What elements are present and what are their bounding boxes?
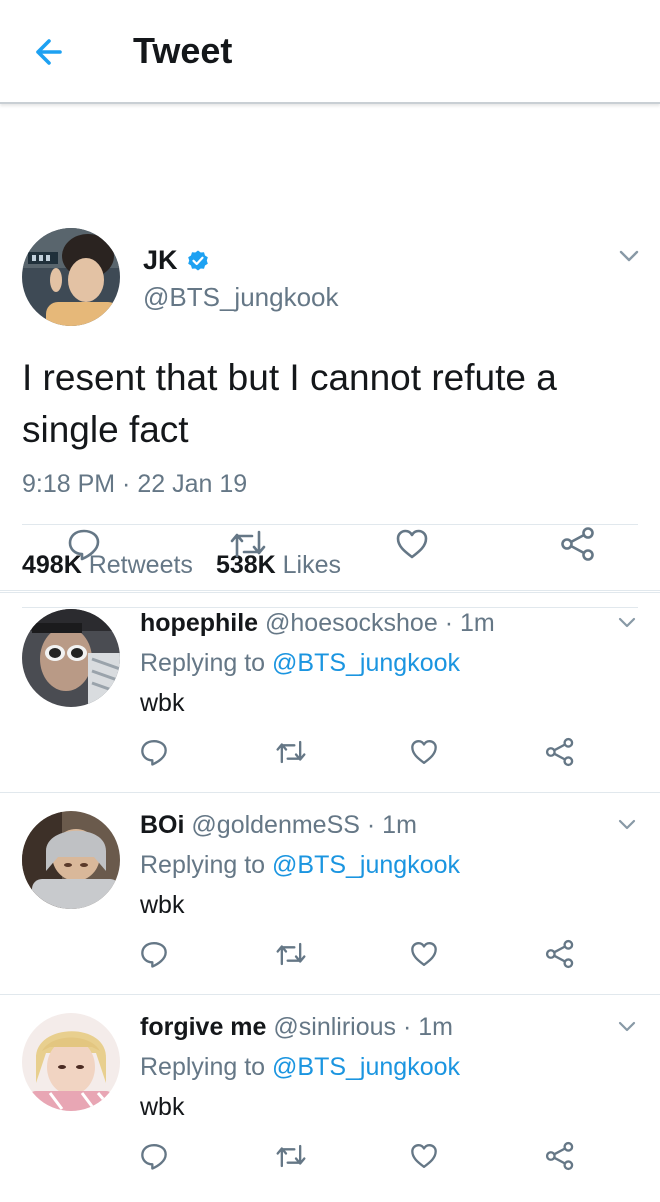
like-button[interactable] xyxy=(409,1141,439,1176)
avatar[interactable] xyxy=(22,1013,120,1111)
share-button[interactable] xyxy=(544,1141,576,1176)
retweet-icon xyxy=(276,942,306,966)
reply-button[interactable] xyxy=(139,1141,169,1176)
page-title: Tweet xyxy=(133,30,233,71)
reply-author-handle[interactable]: @goldenmeSS xyxy=(191,811,360,839)
reply-button[interactable] xyxy=(139,939,169,974)
retweet-button[interactable] xyxy=(274,939,308,974)
share-button[interactable] xyxy=(544,737,576,772)
separator-dot: · xyxy=(444,609,454,637)
reply-author-handle[interactable]: @hoesockshoe xyxy=(265,609,438,637)
chevron-down-icon xyxy=(618,1021,636,1032)
heart-icon xyxy=(411,942,437,966)
retweet-button[interactable] xyxy=(274,737,308,772)
heart-icon xyxy=(396,529,428,559)
chevron-down-icon xyxy=(618,617,636,628)
author-handle[interactable]: @BTS_jungkook xyxy=(143,282,339,313)
comment-icon xyxy=(141,1144,167,1170)
reply-menu-button[interactable] xyxy=(616,1017,638,1035)
separator-dot: · xyxy=(366,811,376,839)
reply-text: wbk xyxy=(140,891,185,919)
comment-icon xyxy=(141,942,167,968)
share-icon xyxy=(545,939,574,969)
heart-icon xyxy=(411,1144,437,1168)
share-button[interactable] xyxy=(559,526,597,567)
replying-to-label: Replying to xyxy=(140,1053,266,1081)
heart-icon xyxy=(411,740,437,764)
avatar[interactable] xyxy=(22,228,120,326)
tweet-timestamp[interactable]: 9:18 PM · 22 Jan 19 xyxy=(22,470,247,499)
like-button[interactable] xyxy=(394,526,430,567)
share-icon xyxy=(561,527,594,561)
reply-author-name[interactable]: forgive me xyxy=(140,1013,266,1041)
replying-to: Replying to @BTS_jungkook xyxy=(140,1053,460,1082)
tweet-action-bar xyxy=(0,520,660,570)
replying-to: Replying to @BTS_jungkook xyxy=(140,851,460,880)
avatar[interactable] xyxy=(22,811,120,909)
like-button[interactable] xyxy=(409,939,439,974)
like-button[interactable] xyxy=(409,737,439,772)
reply-menu-button[interactable] xyxy=(616,815,638,833)
retweet-icon xyxy=(276,1144,306,1168)
replying-to: Replying to @BTS_jungkook xyxy=(140,649,460,678)
arrow-left-icon xyxy=(36,39,62,65)
share-icon xyxy=(545,1141,574,1171)
verified-badge-icon xyxy=(187,250,208,270)
reply-button[interactable] xyxy=(139,737,169,772)
reply-tweet[interactable]: forgive me @sinlirious · 1m Replying to … xyxy=(0,995,660,1202)
back-button[interactable] xyxy=(22,28,78,76)
separator-dot: · xyxy=(402,1013,412,1041)
reply-menu-button[interactable] xyxy=(616,613,638,631)
comment-icon xyxy=(68,529,100,561)
reply-tweet[interactable]: hopephile @hoesockshoe · 1m Replying to … xyxy=(0,591,660,793)
retweet-button[interactable] xyxy=(228,526,268,567)
reply-button[interactable] xyxy=(66,526,102,567)
author-name[interactable]: JK xyxy=(143,245,178,276)
reply-author-name[interactable]: BOi xyxy=(140,811,184,839)
reply-text: wbk xyxy=(140,689,185,717)
replying-to-link[interactable]: @BTS_jungkook xyxy=(272,649,460,677)
reply-time[interactable]: 1m xyxy=(418,1013,453,1041)
reply-author-handle[interactable]: @sinlirious xyxy=(273,1013,396,1041)
avatar[interactable] xyxy=(22,609,120,707)
tweet-text: I resent that but I cannot refute a sing… xyxy=(22,357,557,450)
retweet-icon xyxy=(230,530,266,558)
top-app-bar: Tweet xyxy=(0,0,660,104)
replying-to-link[interactable]: @BTS_jungkook xyxy=(272,851,460,879)
comment-icon xyxy=(141,740,167,766)
retweet-button[interactable] xyxy=(274,1141,308,1176)
replying-to-label: Replying to xyxy=(140,851,266,879)
share-button[interactable] xyxy=(544,939,576,974)
reply-author-name[interactable]: hopephile xyxy=(140,609,258,637)
share-icon xyxy=(545,737,574,767)
tweet-menu-button[interactable] xyxy=(616,246,642,266)
replies-list: hopephile @hoesockshoe · 1m Replying to … xyxy=(0,590,660,1202)
replying-to-label: Replying to xyxy=(140,649,266,677)
replying-to-link[interactable]: @BTS_jungkook xyxy=(272,1053,460,1081)
chevron-down-icon xyxy=(619,250,639,262)
reply-tweet[interactable]: BOi @goldenmeSS · 1m Replying to @BTS_ju… xyxy=(0,793,660,995)
reply-text: wbk xyxy=(140,1093,185,1121)
chevron-down-icon xyxy=(618,819,636,830)
reply-time[interactable]: 1m xyxy=(382,811,417,839)
retweet-icon xyxy=(276,740,306,764)
reply-time[interactable]: 1m xyxy=(460,609,495,637)
